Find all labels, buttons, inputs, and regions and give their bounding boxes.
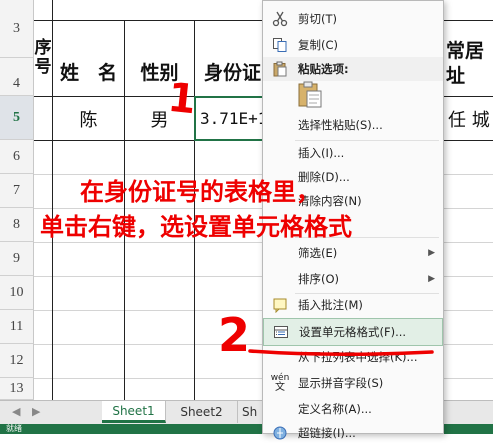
row-header-4[interactable]: 4 bbox=[0, 58, 34, 96]
menu-item-cut[interactable]: 剪切(T) bbox=[263, 5, 443, 33]
menu-item-label: 选择性粘贴(S)... bbox=[298, 118, 383, 132]
menu-item-copy[interactable]: 复制(C) bbox=[263, 31, 443, 59]
hyperlink-icon bbox=[268, 421, 292, 445]
row-header-9[interactable]: 9 bbox=[0, 242, 34, 276]
row-header-3[interactable]: 3 bbox=[0, 0, 34, 58]
menu-item-label: 剪切(T) bbox=[298, 12, 337, 26]
header-name-cell[interactable]: 姓 名 bbox=[53, 48, 124, 94]
menu-item-label: 插入批注(M) bbox=[298, 298, 363, 312]
menu-item-label: 显示拼音字段(S) bbox=[298, 376, 384, 390]
header-seq-cell[interactable]: 序 号 bbox=[34, 20, 52, 96]
menu-item-paste-special[interactable]: 选择性粘贴(S)... bbox=[263, 111, 443, 139]
annotation-step-1: 1 bbox=[165, 74, 199, 124]
selected-cell-outline bbox=[194, 96, 264, 141]
row-header-6[interactable]: 6 bbox=[0, 140, 34, 174]
row-header-10[interactable]: 10 bbox=[0, 276, 34, 310]
submenu-arrow-icon: ▶ bbox=[428, 248, 435, 258]
annotation-line-1: 在身份证号的表格里， bbox=[80, 178, 320, 206]
format-cells-icon bbox=[269, 320, 293, 344]
menu-item-label: 插入(I)... bbox=[298, 146, 345, 160]
menu-item-label: 定义名称(A)... bbox=[298, 402, 372, 416]
tab-scroll-left-icon[interactable]: ◀ bbox=[12, 405, 20, 418]
data-residence-cell[interactable]: 任 城 bbox=[446, 97, 493, 140]
menu-item-sort[interactable]: 排序(O) ▶ bbox=[263, 265, 443, 293]
menu-item-label: 超链接(I)... bbox=[298, 426, 356, 440]
menu-item-label: 筛选(E) bbox=[298, 246, 338, 260]
tab-sheet3[interactable]: Sh bbox=[238, 401, 264, 423]
paste-icon[interactable] bbox=[297, 81, 323, 109]
header-residence-cell[interactable]: 常居 址 bbox=[446, 36, 493, 92]
menu-item-filter[interactable]: 筛选(E) ▶ bbox=[263, 239, 443, 267]
paste-options-section: 粘贴选项: bbox=[263, 57, 443, 81]
phonetic-glyph: 文 bbox=[275, 382, 285, 393]
menu-item-insert-comment[interactable]: 插入批注(M) bbox=[263, 291, 443, 319]
comment-icon bbox=[268, 293, 292, 317]
annotation-line-2: 单击右键，选设置单元格格式 bbox=[40, 213, 352, 241]
menu-item-hyperlink[interactable]: 超链接(I)... bbox=[263, 419, 443, 447]
menu-item-pick-from-list[interactable]: 从下拉列表中选择(K)... bbox=[263, 343, 443, 371]
menu-item-label: 复制(C) bbox=[298, 38, 339, 52]
scissors-icon bbox=[268, 7, 292, 31]
row-header-5[interactable]: 5 bbox=[0, 96, 34, 140]
submenu-arrow-icon: ▶ bbox=[428, 274, 435, 284]
row-header-8[interactable]: 8 bbox=[0, 208, 34, 242]
clipboard-icon bbox=[272, 61, 288, 80]
row-header-11[interactable]: 11 bbox=[0, 310, 34, 344]
annotation-step-2: 2 bbox=[218, 308, 251, 362]
row-header-7[interactable]: 7 bbox=[0, 174, 34, 208]
copy-icon bbox=[268, 33, 292, 57]
menu-item-label: 排序(O) bbox=[298, 272, 340, 286]
tab-sheet2[interactable]: Sheet2 bbox=[166, 401, 238, 423]
data-name-cell[interactable]: 陈 bbox=[53, 97, 124, 140]
menu-item-format-cells[interactable]: 设置单元格格式(F)... bbox=[263, 318, 443, 346]
row-header-13[interactable]: 13 bbox=[0, 378, 34, 400]
paste-options-label: 粘贴选项: bbox=[298, 62, 349, 76]
menu-item-show-phonetic[interactable]: wén 文 显示拼音字段(S) bbox=[263, 369, 443, 397]
menu-item-label: 从下拉列表中选择(K)... bbox=[298, 350, 418, 364]
tab-sheet1[interactable]: Sheet1 bbox=[102, 401, 166, 423]
tab-scroll-right-icon[interactable]: ▶ bbox=[32, 405, 40, 418]
row-header-12[interactable]: 12 bbox=[0, 344, 34, 378]
header-id-cell[interactable]: 身份证 bbox=[196, 48, 270, 94]
menu-item-label: 设置单元格格式(F)... bbox=[299, 325, 407, 339]
phonetic-icon: wén 文 bbox=[268, 371, 292, 395]
